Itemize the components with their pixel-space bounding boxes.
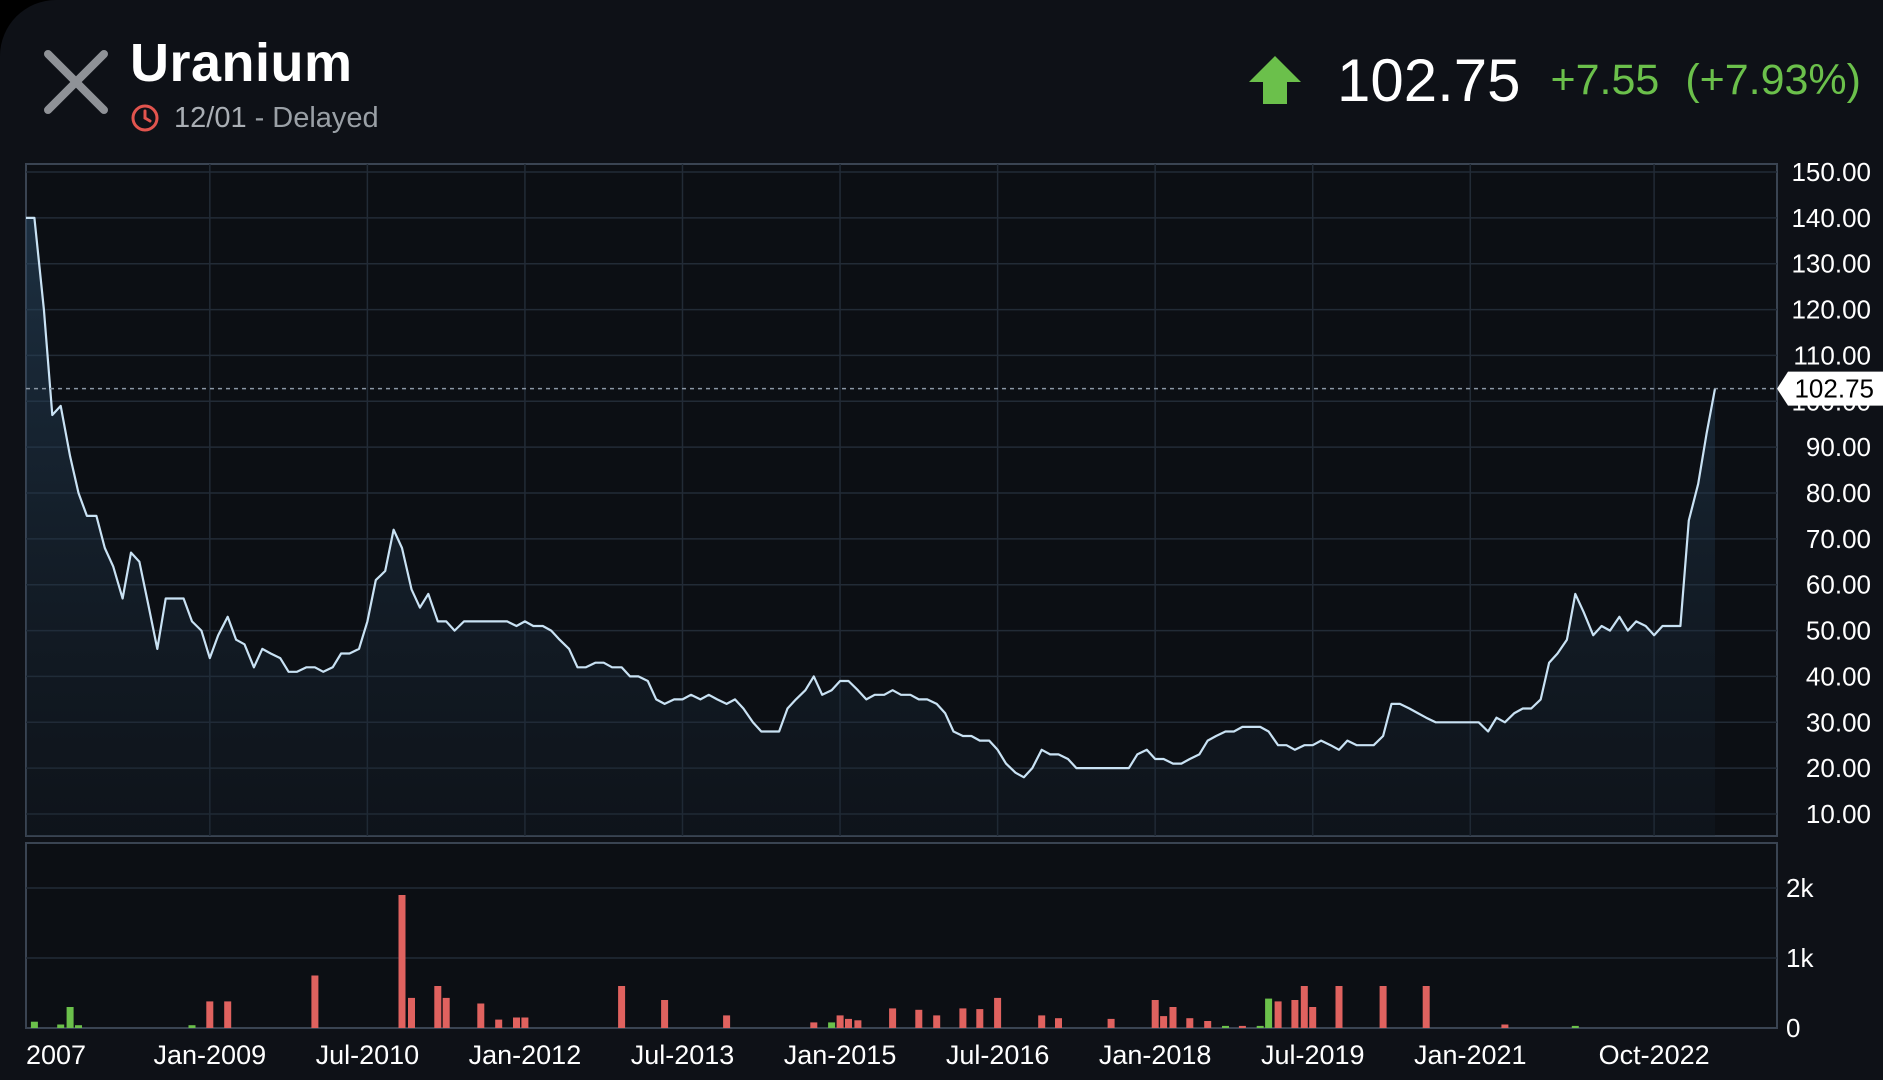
price-chart[interactable]: 150.00140.00130.00120.00110.00100.0090.0… [0, 0, 1883, 1080]
volume-bar [442, 997, 450, 1028]
volume-panel-frame [25, 842, 1778, 1029]
volume-bar [1335, 986, 1343, 1028]
price-tick-label: 80.00 [1806, 478, 1871, 508]
price-tick-label: 150.00 [1791, 157, 1871, 187]
volume-bar [1571, 1025, 1579, 1028]
volume-bar [1204, 1021, 1212, 1028]
price-tick-label: 10.00 [1806, 799, 1871, 829]
volume-bar [661, 1000, 669, 1028]
volume-bar [1169, 1007, 1177, 1028]
volume-bar [915, 1009, 923, 1028]
volume-bar [1055, 1018, 1062, 1028]
volume-bar [828, 1022, 836, 1028]
time-tick-label: Jul-2019 [1261, 1040, 1365, 1070]
volume-bar [477, 1003, 485, 1028]
price-tick-label: 30.00 [1806, 707, 1871, 737]
volume-tick-label: 0 [1786, 1013, 1800, 1043]
volume-bar [408, 997, 415, 1028]
volume-bar [854, 1020, 862, 1028]
volume-bar [521, 1017, 529, 1028]
volume-bar [188, 1025, 196, 1028]
volume-bar [1309, 1007, 1317, 1028]
time-tick-label: Jul-2016 [946, 1040, 1050, 1070]
time-tick-label: Oct-2022 [1599, 1040, 1710, 1070]
volume-bar [836, 1015, 844, 1028]
volume-tick-label: 1k [1786, 943, 1814, 973]
volume-bar [1160, 1016, 1168, 1028]
volume-bar [206, 1001, 214, 1028]
volume-bar [1265, 998, 1273, 1028]
volume-bar [959, 1008, 967, 1028]
volume-bar [224, 1001, 232, 1028]
volume-bar [1151, 1000, 1159, 1028]
volume-bar [618, 986, 626, 1028]
price-tick-label: 50.00 [1806, 616, 1871, 646]
volume-bar [1291, 1000, 1299, 1028]
price-tick-label: 120.00 [1791, 295, 1871, 325]
volume-bar [66, 1007, 74, 1028]
price-tick-label: 90.00 [1806, 432, 1871, 462]
volume-bar [889, 1008, 897, 1028]
volume-bar [845, 1018, 852, 1028]
volume-bar [723, 1015, 731, 1028]
volume-bar [1107, 1018, 1115, 1028]
volume-bar [311, 975, 319, 1028]
time-tick-label: Jan-2015 [784, 1040, 897, 1070]
price-tick-label: 60.00 [1806, 570, 1871, 600]
time-tick-label: Jul-2013 [631, 1040, 735, 1070]
time-tick-label: Jan-2018 [1099, 1040, 1212, 1070]
volume-bar [810, 1022, 818, 1028]
volume-bar [1186, 1018, 1194, 1028]
volume-bar [1300, 986, 1308, 1028]
volume-bar [57, 1024, 65, 1028]
volume-bar [30, 1021, 38, 1028]
volume-bar [434, 986, 442, 1028]
time-tick-label: Jan-2021 [1414, 1040, 1527, 1070]
volume-bar [1501, 1024, 1509, 1028]
volume-bar [933, 1015, 941, 1028]
volume-bar [75, 1025, 82, 1028]
price-tick-label: 40.00 [1806, 661, 1871, 691]
volume-bar [495, 1019, 503, 1028]
price-tick-label: 70.00 [1806, 524, 1871, 554]
last-price-badge-label: 102.75 [1794, 374, 1874, 404]
price-tick-label: 140.00 [1791, 203, 1871, 233]
volume-bar [1274, 1001, 1282, 1028]
volume-tick-label: 2k [1786, 873, 1814, 903]
time-tick-label: 2007 [26, 1040, 86, 1070]
volume-bar [976, 1009, 984, 1028]
time-tick-label: Jan-2012 [469, 1040, 582, 1070]
price-tick-label: 20.00 [1806, 753, 1871, 783]
volume-bar [1038, 1015, 1046, 1028]
time-tick-label: Jan-2009 [154, 1040, 267, 1070]
volume-bar [1422, 986, 1430, 1028]
volume-bar [1379, 986, 1387, 1028]
price-tick-label: 110.00 [1793, 340, 1871, 370]
price-tick-label: 130.00 [1791, 249, 1871, 279]
volume-bar [1238, 1025, 1246, 1028]
volume-bar [1222, 1025, 1229, 1028]
volume-bar [513, 1017, 520, 1028]
app-screen: Uranium 12/01 - Delayed 102.75 +7.55 (+7… [0, 0, 1883, 1080]
volume-bar [994, 997, 1002, 1028]
volume-bar [398, 895, 406, 1028]
time-tick-label: Jul-2010 [316, 1040, 420, 1070]
volume-bar [1256, 1025, 1264, 1028]
